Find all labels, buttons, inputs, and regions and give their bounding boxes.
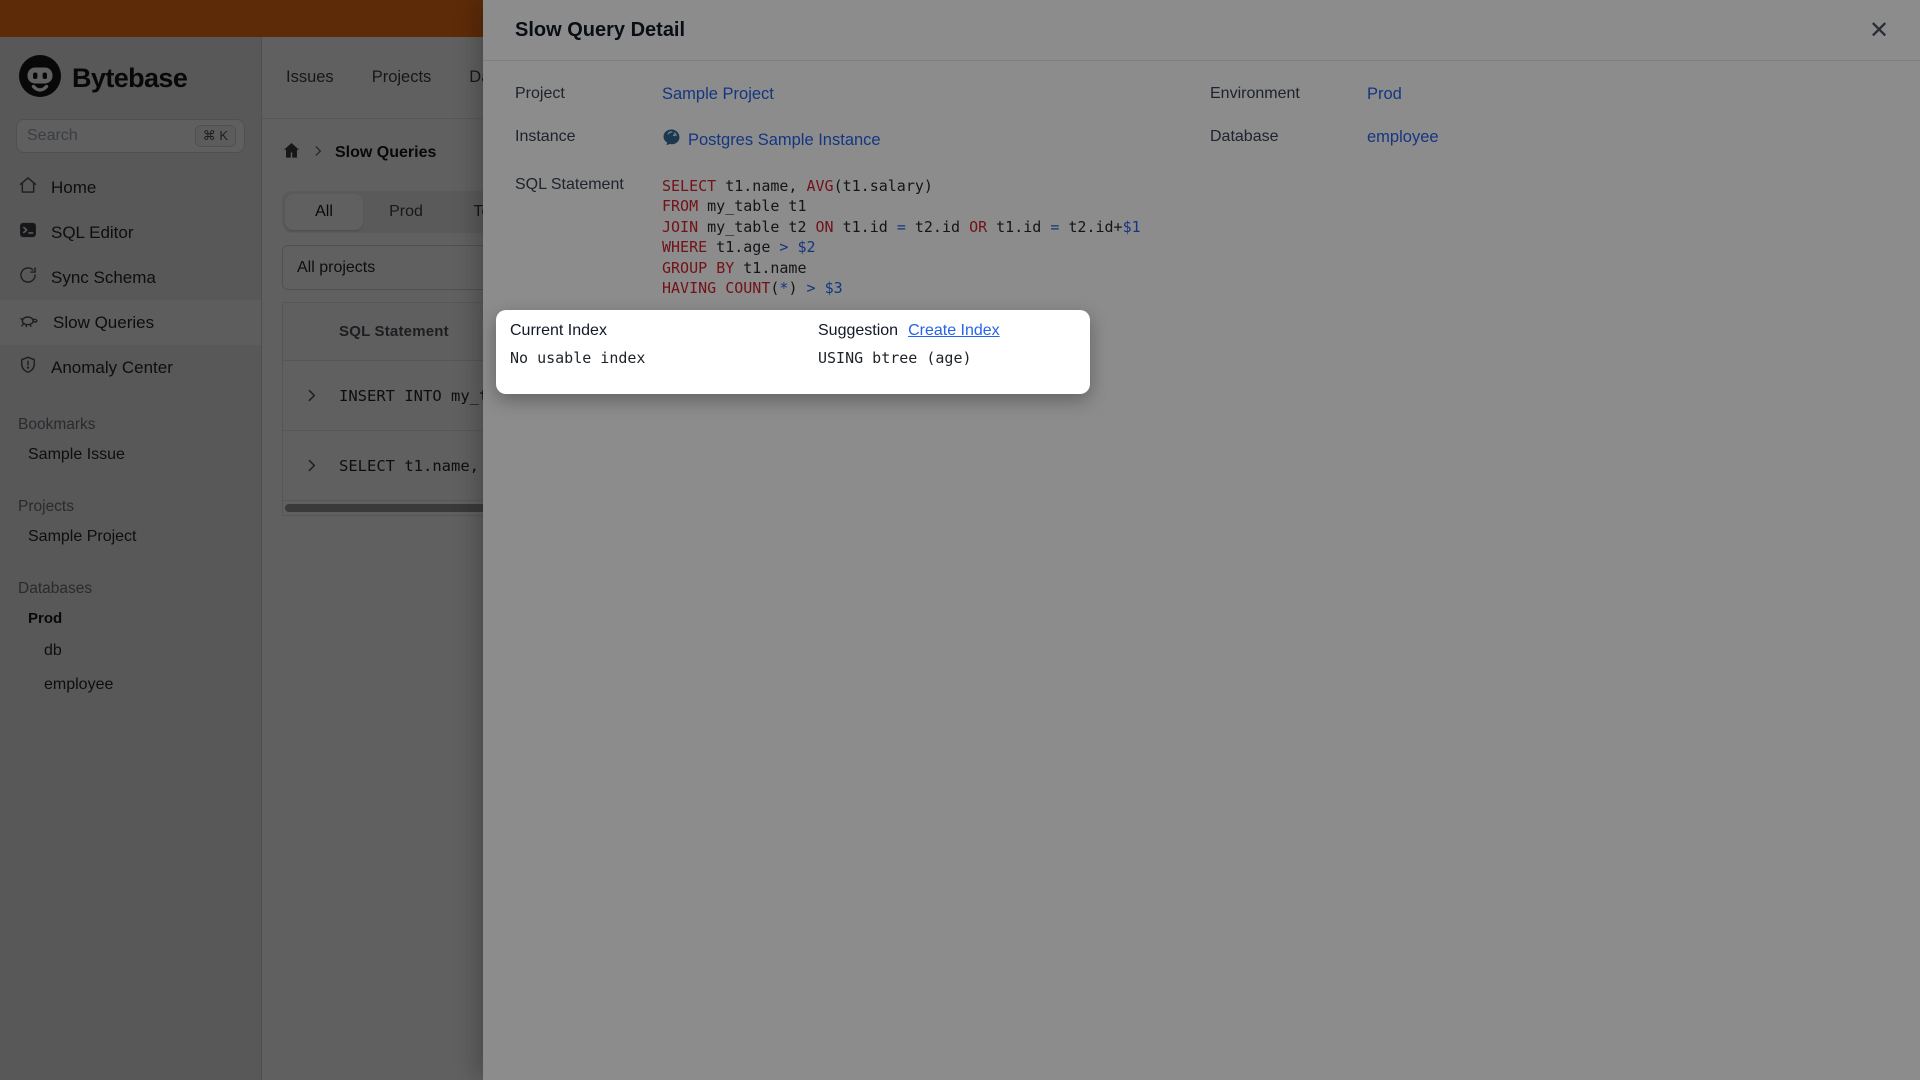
popup-value-row: No usable index USING btree (age) bbox=[510, 349, 1076, 367]
suggestion-value: USING btree (age) bbox=[818, 349, 972, 367]
popup-header-row: Current Index Suggestion Create Index bbox=[510, 322, 1076, 340]
index-suggestion-popup: Current Index Suggestion Create Index No… bbox=[496, 310, 1090, 394]
current-index-label: Current Index bbox=[510, 322, 607, 339]
suggestion-label: Suggestion bbox=[818, 322, 899, 339]
create-index-link[interactable]: Create Index bbox=[908, 322, 1000, 340]
popup-backdrop[interactable] bbox=[0, 0, 1920, 1080]
current-index-value: No usable index bbox=[510, 349, 646, 367]
